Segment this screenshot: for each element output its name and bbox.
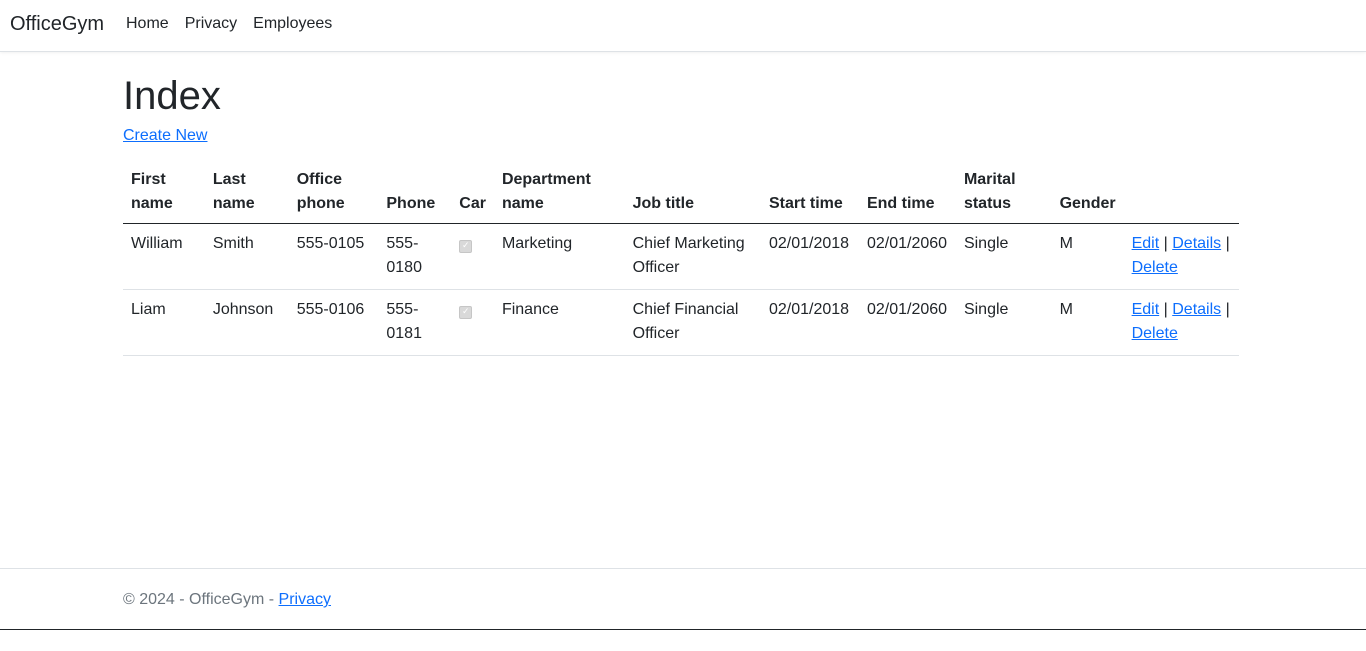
footer-privacy-link[interactable]: Privacy [279,591,331,608]
cell-start-time: 02/01/2018 [760,289,859,356]
header-marital-status: Marital status [955,164,1052,224]
header-start-time: Start time [760,164,859,224]
cell-actions: Edit | Details | Delete [1123,289,1239,356]
car-checkbox: ✓ [459,240,473,253]
cell-first-name: William [123,223,205,290]
cell-office-phone: 555-0105 [288,223,379,290]
cell-department: Marketing [493,223,625,290]
main-content: Index Create New First name Last name Of… [123,72,1239,356]
cell-car: ✓ [451,223,494,290]
action-separator: | [1225,235,1230,252]
action-separator: | [1225,301,1230,318]
footer-text: © 2024 - OfficeGym - Privacy [123,591,331,609]
table-header-row: First name Last name Office phone Phone … [123,164,1239,224]
nav-link-employees[interactable]: Employees [245,15,340,33]
copyright-text: © 2024 - OfficeGym - [123,591,279,608]
action-separator: | [1163,235,1168,252]
car-checkbox: ✓ [459,306,473,319]
footer: © 2024 - OfficeGym - Privacy [0,568,1366,630]
navbar: OfficeGym Home Privacy Employees [0,0,1366,52]
cell-start-time: 02/01/2018 [760,223,859,290]
header-job-title: Job title [624,164,761,224]
cell-office-phone: 555-0106 [288,289,379,356]
edit-link[interactable]: Edit [1132,301,1160,318]
cell-end-time: 02/01/2060 [858,223,956,290]
table-row: William Smith 555-0105 555-0180 ✓ Market… [123,223,1239,290]
cell-marital-status: Single [955,289,1052,356]
cell-job-title: Chief Financial Officer [624,289,761,356]
details-link[interactable]: Details [1172,301,1221,318]
cell-department: Finance [493,289,625,356]
nav-link-home[interactable]: Home [118,15,177,33]
create-new-link[interactable]: Create New [123,127,207,145]
cell-end-time: 02/01/2060 [858,289,956,356]
brand-link[interactable]: OfficeGym [10,13,104,36]
page-title: Index [123,74,221,118]
cell-actions: Edit | Details | Delete [1123,223,1239,290]
table-row: Liam Johnson 555-0106 555-0181 ✓ Finance… [123,289,1239,356]
action-separator: | [1163,301,1168,318]
nav-link-privacy[interactable]: Privacy [177,15,245,33]
cell-first-name: Liam [123,289,205,356]
nav-links: Home Privacy Employees [118,15,340,33]
cell-phone: 555-0180 [378,223,452,290]
cell-marital-status: Single [955,223,1052,290]
cell-car: ✓ [451,289,494,356]
header-actions [1123,164,1239,224]
cell-gender: M [1051,223,1124,290]
cell-job-title: Chief Marketing Officer [624,223,761,290]
delete-link[interactable]: Delete [1132,259,1178,276]
header-office-phone: Office phone [288,164,379,224]
header-end-time: End time [858,164,956,224]
cell-gender: M [1051,289,1124,356]
cell-phone: 555-0181 [378,289,452,356]
cell-last-name: Johnson [204,289,289,356]
header-phone: Phone [378,164,452,224]
edit-link[interactable]: Edit [1132,235,1160,252]
header-gender: Gender [1051,164,1124,224]
employees-table: First name Last name Office phone Phone … [123,164,1239,356]
delete-link[interactable]: Delete [1132,325,1178,342]
cell-last-name: Smith [204,223,289,290]
header-car: Car [451,164,494,224]
header-last-name: Last name [204,164,289,224]
details-link[interactable]: Details [1172,235,1221,252]
header-department-name: Department name [493,164,625,224]
header-first-name: First name [123,164,205,224]
